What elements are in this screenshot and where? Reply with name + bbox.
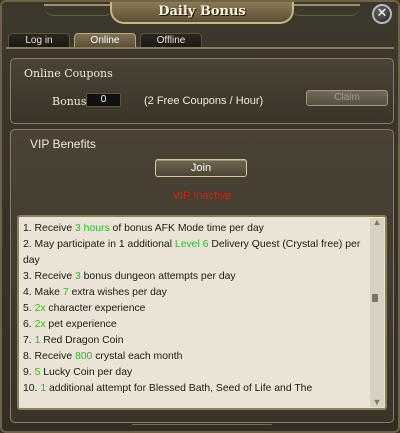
bottom-ornament bbox=[132, 424, 272, 430]
tab-online[interactable]: Online bbox=[74, 33, 136, 47]
benefit-item: 6. 2x pet experience bbox=[23, 319, 117, 330]
scroll-up-arrow-icon[interactable]: ▲ bbox=[371, 218, 383, 227]
benefits-list-box: 1. Receive 3 hours of bonus AFK Mode tim… bbox=[17, 215, 387, 410]
tab-offline[interactable]: Offline bbox=[140, 33, 202, 47]
scroll-down-arrow-icon[interactable]: ▼ bbox=[371, 398, 383, 407]
benefit-item: 10. 1 additional attempt for Blessed Bat… bbox=[23, 383, 313, 394]
title-ornament-right bbox=[290, 4, 360, 16]
vip-benefits-panel: VIP Benefits Join VIP Inactive 1. Receiv… bbox=[10, 129, 394, 423]
benefits-list: 1. Receive 3 hours of bonus AFK Mode tim… bbox=[23, 221, 373, 397]
benefits-scrollbar[interactable]: ▲ ▼ bbox=[370, 218, 384, 407]
benefit-item: 7. 1 Red Dragon Coin bbox=[23, 335, 124, 346]
vip-benefits-heading: VIP Benefits bbox=[30, 137, 96, 151]
bonus-label: Bonus bbox=[52, 95, 87, 108]
benefit-item: 8. Receive 800 crystal each month bbox=[23, 351, 183, 362]
benefit-item: 5. 2x character experience bbox=[23, 303, 146, 314]
benefit-item: 4. Make 7 extra wishes per day bbox=[23, 287, 167, 298]
benefit-item: 3. Receive 3 bonus dungeon attempts per … bbox=[23, 271, 236, 282]
daily-bonus-window: Daily Bonus ✕ Log in Online Offline Onli… bbox=[0, 0, 400, 433]
benefit-item: 9. 5 Lucky Coin per day bbox=[23, 367, 133, 378]
online-coupons-panel: Online Coupons Bonus 0 (2 Free Coupons /… bbox=[10, 58, 394, 124]
close-button[interactable]: ✕ bbox=[372, 4, 392, 24]
online-coupons-heading: Online Coupons bbox=[24, 67, 113, 80]
benefit-item: 1. Receive 3 hours of bonus AFK Mode tim… bbox=[23, 223, 264, 234]
bonus-value: 0 bbox=[86, 93, 121, 107]
claim-button[interactable]: Claim bbox=[306, 90, 388, 106]
window-title: Daily Bonus bbox=[110, 2, 294, 24]
join-vip-button[interactable]: Join bbox=[155, 159, 247, 177]
close-icon: ✕ bbox=[376, 6, 388, 21]
tab-login[interactable]: Log in bbox=[8, 33, 70, 47]
title-ornament-left bbox=[44, 4, 114, 16]
tab-bar: Log in Online Offline bbox=[8, 33, 206, 47]
benefit-item: 2. May participate in 1 additional Level… bbox=[23, 239, 361, 266]
scroll-thumb[interactable] bbox=[372, 294, 378, 302]
vip-status-text: VIP Inactive bbox=[172, 190, 232, 202]
coupons-rate-note: (2 Free Coupons / Hour) bbox=[144, 95, 264, 107]
tab-divider bbox=[6, 47, 394, 49]
